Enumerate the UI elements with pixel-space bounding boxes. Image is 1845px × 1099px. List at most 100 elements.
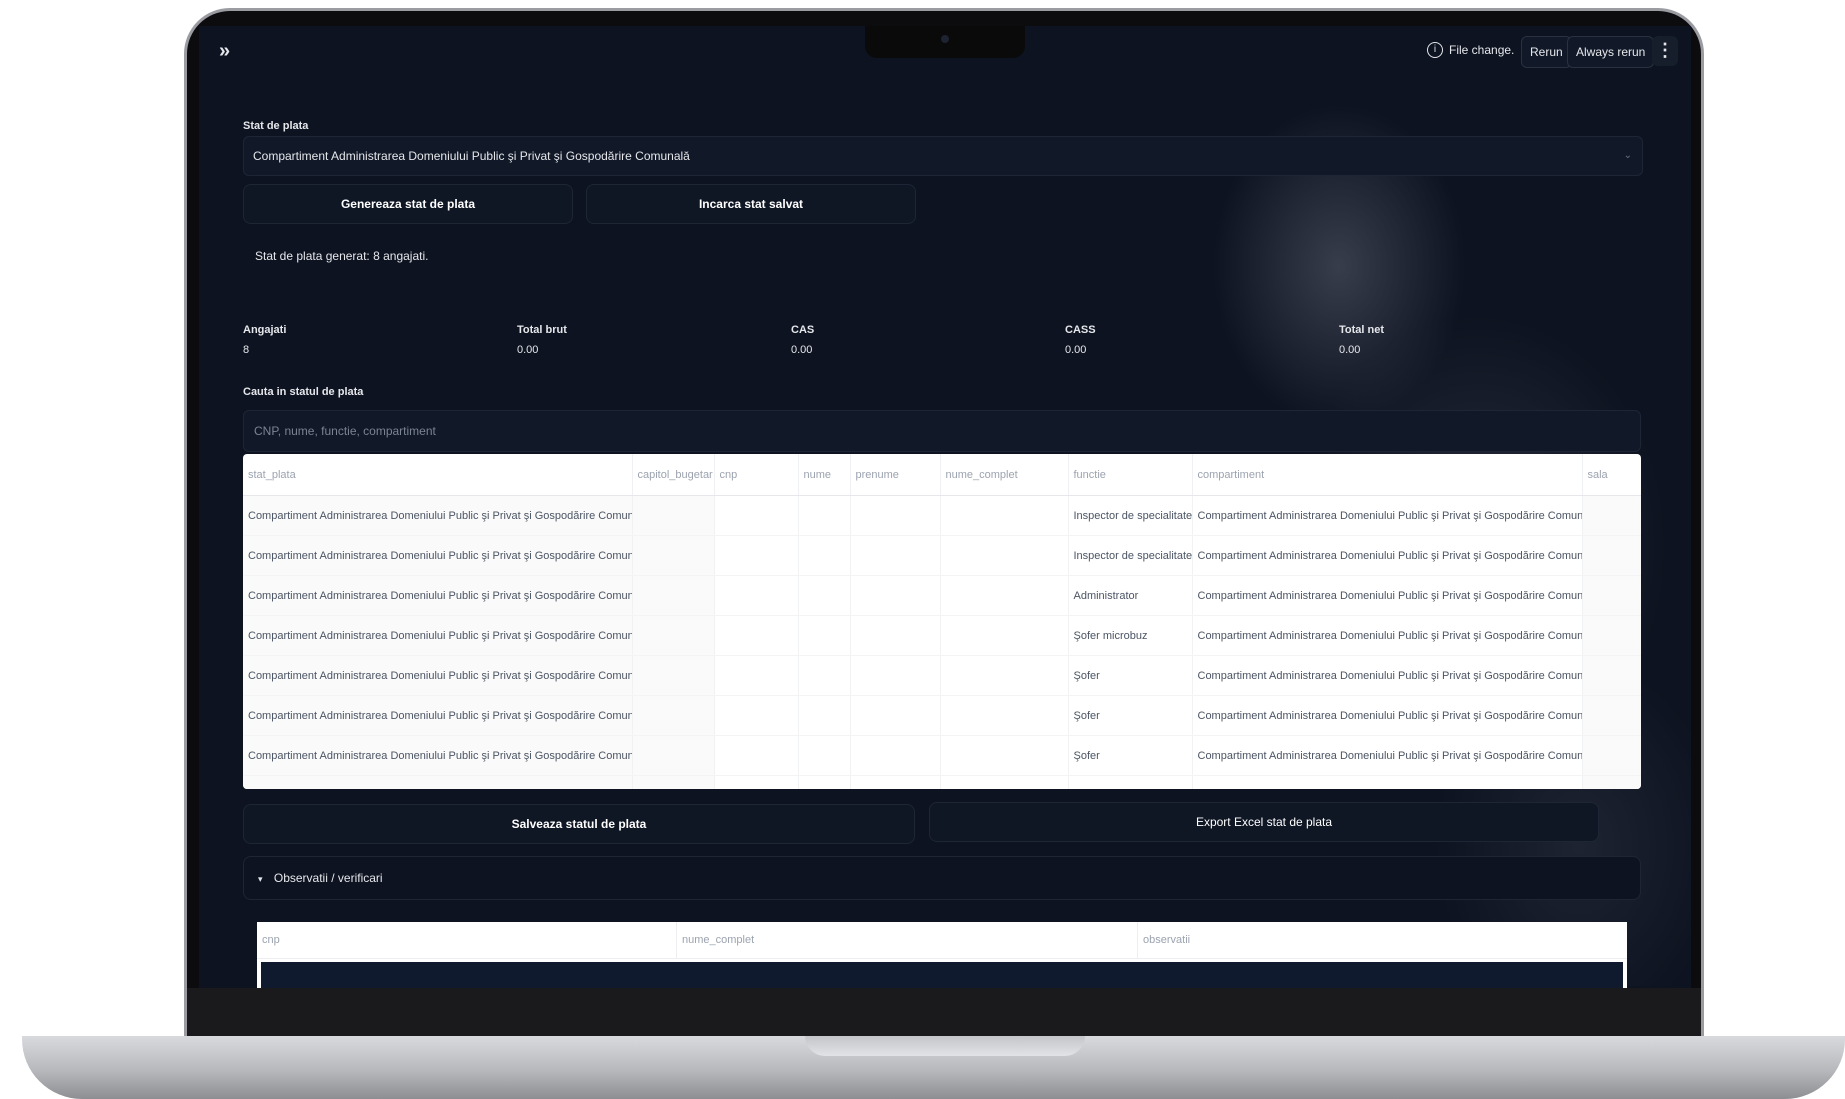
observations-expander[interactable]: ▾ Observatii / verificari [243, 856, 1641, 900]
table-cell[interactable] [850, 575, 941, 616]
generate-button[interactable]: Genereaza stat de plata [243, 184, 573, 224]
save-button[interactable]: Salveaza statul de plata [243, 804, 915, 844]
double-chevron-right-icon[interactable]: » [219, 40, 230, 63]
table-cell[interactable]: Compartiment Administrarea Domeniului Pu… [1192, 695, 1583, 736]
table-cell[interactable] [714, 735, 799, 776]
table-cell[interactable] [632, 655, 715, 696]
table-cell[interactable] [850, 775, 941, 789]
table-row[interactable]: Compartiment Administrarea Domeniului Pu… [243, 775, 1641, 789]
table-cell[interactable] [798, 775, 851, 789]
table-cell[interactable]: Compartiment Administrarea Domeniului Pu… [1192, 775, 1583, 789]
table-cell[interactable]: Compartiment Administrarea Domeniului Pu… [1192, 575, 1583, 616]
table-cell[interactable]: Compartiment Administrarea Domeniului Pu… [243, 655, 633, 696]
table-cell[interactable] [632, 575, 715, 616]
table-row[interactable]: Compartiment Administrarea Domeniului Pu… [243, 615, 1641, 656]
observations-table[interactable]: cnp nume_complet observatii [257, 922, 1627, 988]
table-cell[interactable] [940, 655, 1069, 696]
table-cell[interactable] [850, 695, 941, 736]
table-cell[interactable] [632, 495, 715, 536]
column-header[interactable]: observatii [1138, 922, 1623, 958]
table-cell[interactable] [798, 655, 851, 696]
table-cell[interactable]: Compartiment Administrarea Domeniului Pu… [243, 535, 633, 576]
table-cell[interactable] [940, 575, 1069, 616]
table-cell[interactable]: Compartiment Administrarea Domeniului Pu… [243, 575, 633, 616]
table-cell[interactable] [850, 735, 941, 776]
table-cell[interactable] [714, 695, 799, 736]
table-cell[interactable] [1582, 695, 1641, 736]
table-cell[interactable] [798, 575, 851, 616]
rerun-button[interactable]: Rerun [1521, 36, 1572, 68]
table-cell[interactable]: Şofer [1068, 775, 1193, 789]
table-cell[interactable] [714, 535, 799, 576]
column-header[interactable]: nume [798, 454, 851, 496]
table-cell[interactable] [940, 535, 1069, 576]
table-cell[interactable] [714, 655, 799, 696]
table-cell[interactable] [850, 535, 941, 576]
column-header[interactable]: stat_plata [243, 454, 633, 496]
table-cell[interactable] [1582, 535, 1641, 576]
table-cell[interactable]: Inspector de specialitate [1068, 535, 1193, 576]
table-cell[interactable] [940, 735, 1069, 776]
table-cell[interactable] [798, 535, 851, 576]
export-excel-button[interactable]: Export Excel stat de plata [929, 802, 1599, 842]
table-cell[interactable]: Compartiment Administrarea Domeniului Pu… [243, 495, 633, 536]
table-cell[interactable]: Şofer [1068, 655, 1193, 696]
table-cell[interactable] [632, 735, 715, 776]
table-cell[interactable]: Compartiment Administrarea Domeniului Pu… [1192, 535, 1583, 576]
table-cell[interactable] [714, 615, 799, 656]
table-cell[interactable] [632, 615, 715, 656]
column-header[interactable]: functie [1068, 454, 1193, 496]
table-row[interactable]: Compartiment Administrarea Domeniului Pu… [243, 535, 1641, 576]
table-cell[interactable] [1582, 775, 1641, 789]
table-cell[interactable]: Şofer [1068, 695, 1193, 736]
column-header[interactable]: cnp [714, 454, 799, 496]
table-row[interactable]: Compartiment Administrarea Domeniului Pu… [243, 655, 1641, 696]
column-header[interactable]: prenume [850, 454, 941, 496]
table-row[interactable]: Compartiment Administrarea Domeniului Pu… [243, 735, 1641, 776]
table-cell[interactable]: Compartiment Administrarea Domeniului Pu… [243, 735, 633, 776]
table-cell[interactable] [632, 695, 715, 736]
table-cell[interactable] [798, 695, 851, 736]
column-header[interactable]: nume_complet [940, 454, 1069, 496]
table-cell[interactable] [1582, 495, 1641, 536]
table-cell[interactable] [798, 615, 851, 656]
kebab-menu-icon[interactable]: ⋮ [1652, 36, 1678, 66]
search-input[interactable] [243, 410, 1641, 452]
column-header[interactable]: compartiment [1192, 454, 1583, 496]
table-row[interactable]: Compartiment Administrarea Domeniului Pu… [243, 575, 1641, 616]
table-cell[interactable]: Compartiment Administrarea Domeniului Pu… [1192, 495, 1583, 536]
table-cell[interactable] [714, 495, 799, 536]
table-cell[interactable] [850, 495, 941, 536]
load-saved-button[interactable]: Incarca stat salvat [586, 184, 916, 224]
table-cell[interactable]: Compartiment Administrarea Domeniului Pu… [1192, 615, 1583, 656]
column-header[interactable]: sala [1582, 454, 1641, 496]
table-cell[interactable] [1582, 655, 1641, 696]
table-cell[interactable] [714, 775, 799, 789]
table-cell[interactable]: Administrator [1068, 575, 1193, 616]
table-cell[interactable]: Inspector de specialitate [1068, 495, 1193, 536]
table-cell[interactable] [940, 615, 1069, 656]
table-cell[interactable] [798, 735, 851, 776]
stat-select[interactable]: Compartiment Administrarea Domeniului Pu… [243, 136, 1643, 176]
table-cell[interactable]: Compartiment Administrarea Domeniului Pu… [243, 695, 633, 736]
table-cell[interactable] [714, 575, 799, 616]
column-header[interactable]: nume_complet [677, 922, 1138, 958]
payroll-table[interactable]: stat_plata capitol_bugetar cnp nume pren… [243, 454, 1641, 789]
always-rerun-button[interactable]: Always rerun [1567, 36, 1655, 68]
table-cell[interactable] [1582, 735, 1641, 776]
table-cell[interactable] [850, 615, 941, 656]
observations-scrollbar[interactable] [261, 962, 1623, 988]
table-cell[interactable] [940, 495, 1069, 536]
table-cell[interactable] [632, 535, 715, 576]
table-cell[interactable] [632, 775, 715, 789]
table-row[interactable]: Compartiment Administrarea Domeniului Pu… [243, 695, 1641, 736]
table-cell[interactable]: Compartiment Administrarea Domeniului Pu… [1192, 735, 1583, 776]
column-header[interactable]: cnp [257, 922, 677, 958]
table-cell[interactable] [850, 655, 941, 696]
table-cell[interactable]: Şofer microbuz [1068, 615, 1193, 656]
column-header[interactable]: capitol_bugetar [632, 454, 715, 496]
table-cell[interactable]: Compartiment Administrarea Domeniului Pu… [243, 615, 633, 656]
table-cell[interactable] [940, 695, 1069, 736]
table-cell[interactable] [1582, 615, 1641, 656]
table-cell[interactable] [1582, 575, 1641, 616]
